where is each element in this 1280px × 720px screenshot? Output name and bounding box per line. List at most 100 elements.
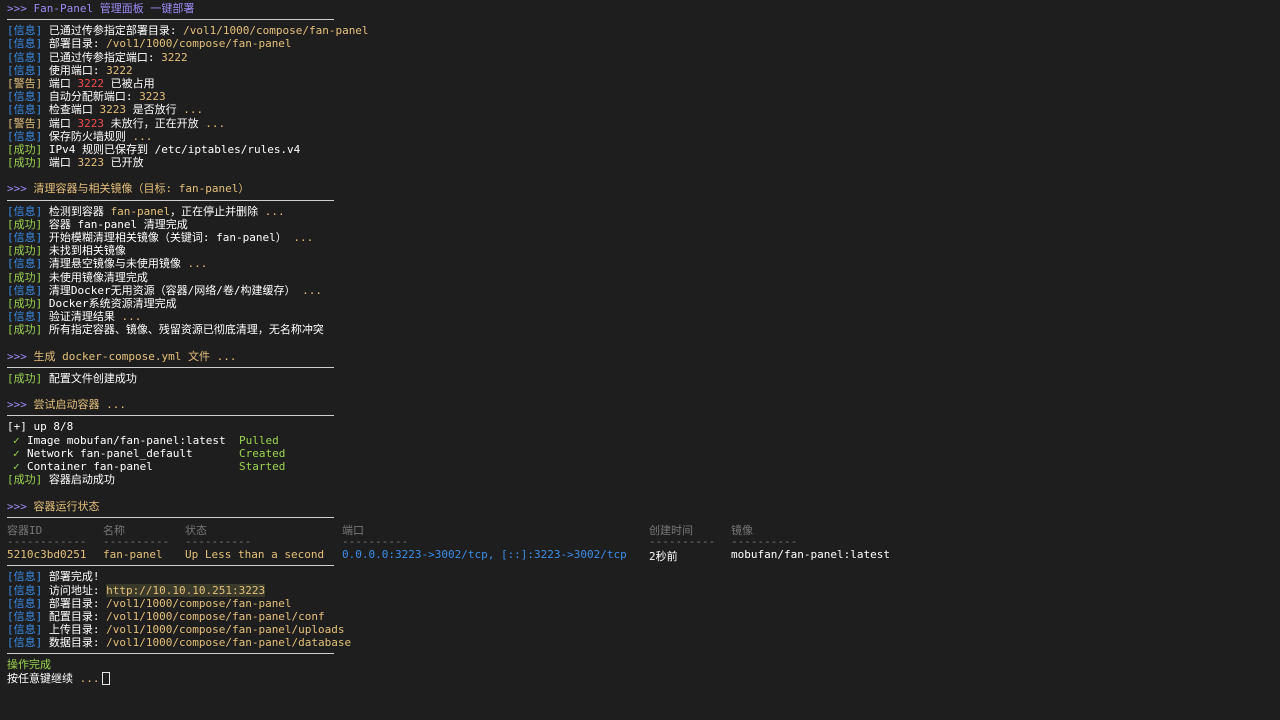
section-header: >>> 容器运行状态 bbox=[7, 499, 100, 513]
log-line: [信息] 数据目录: /vol1/1000/compose/fan-panel/… bbox=[7, 636, 1280, 649]
compose-log: [成功] 配置文件创建成功 bbox=[7, 372, 1280, 385]
log-line: [警告] 端口 3222 已被占用 bbox=[7, 77, 1280, 90]
log-text: /vol1/1000/compose/fan-panel bbox=[106, 37, 292, 51]
log-text: 已开放 bbox=[104, 156, 144, 170]
log-line: [信息] 使用端口: 3222 bbox=[7, 64, 1280, 77]
status-table-divider: ------------ ---------- ---------- -----… bbox=[7, 534, 798, 548]
log-text: 访问地址: bbox=[42, 583, 107, 597]
log-text: 3223 bbox=[99, 103, 127, 117]
log-text: 端口 bbox=[42, 76, 78, 90]
log-tag: [信息] bbox=[7, 103, 43, 117]
log-tag: [成功] bbox=[7, 156, 43, 170]
log-tag: [警告] bbox=[7, 76, 43, 90]
log-text: /vol1/1000/compose/fan-panel bbox=[183, 24, 369, 38]
log-tag: [信息] bbox=[7, 570, 43, 584]
table-row: 5210c3bd0251 fan-panel Up Less than a se… bbox=[7, 548, 890, 564]
log-tag: [成功] bbox=[7, 270, 43, 284]
compose-item-name: Container fan-panel bbox=[27, 460, 153, 473]
log-line: [信息] 已通过传参指定端口: 3222 bbox=[7, 51, 1280, 64]
log-text: 3223 bbox=[77, 116, 105, 130]
log-text: 配置目录: bbox=[42, 609, 107, 623]
log-line: [信息] 配置目录: /vol1/1000/compose/fan-panel/… bbox=[7, 610, 1280, 623]
log-text: 所有指定容器、镜像、残留资源已彻底清理，无名称冲突 bbox=[42, 323, 324, 337]
log-text: /vol1/1000/compose/fan-panel/conf bbox=[106, 609, 325, 623]
log-text: 未放行，正在开放 bbox=[104, 116, 206, 130]
log-text: 3222 bbox=[161, 50, 188, 64]
log-line: [成功] 未找到相关镜像 bbox=[7, 244, 1280, 257]
log-text: 检测到容器 bbox=[42, 204, 111, 218]
log-tag: [信息] bbox=[7, 231, 43, 244]
terminal-window[interactable]: >>> Fan-Panel 管理面板 一键部署 [信息] 已通过传参指定部署目录… bbox=[0, 0, 1280, 686]
log-tag: [信息] bbox=[7, 623, 43, 637]
log-text: ，正在停止并删除 bbox=[170, 204, 265, 218]
log-tag: [成功] bbox=[7, 244, 43, 258]
log-text: 检查端口 bbox=[42, 103, 100, 117]
log-text: 未使用镜像清理完成 bbox=[42, 270, 148, 284]
log-text: 配置文件创建成功 bbox=[42, 371, 137, 385]
compose-item-status: Pulled bbox=[239, 433, 279, 447]
log-text: ... bbox=[293, 231, 314, 244]
text-cursor bbox=[101, 672, 110, 686]
log-text: 部署目录: bbox=[42, 37, 107, 51]
log-tag: [信息] bbox=[7, 596, 43, 610]
log-text: 部署完成! bbox=[42, 570, 100, 584]
check-icon: ✓ bbox=[13, 460, 20, 473]
log-tag: [信息] bbox=[7, 129, 43, 143]
log-tag: [成功] bbox=[7, 142, 43, 156]
check-icon: ✓ bbox=[13, 433, 20, 447]
compose-item-name: Network fan-panel_default bbox=[27, 446, 193, 460]
log-line: [信息] 清理Docker无用资源（容器/网络/卷/构建缓存） ... bbox=[7, 284, 1280, 297]
log-line: [成功] IPv4 规则已保存到 /etc/iptables/rules.v4 bbox=[7, 143, 1280, 156]
log-tag: [成功] bbox=[7, 371, 43, 385]
log-text: /vol1/1000/compose/fan-panel/uploads bbox=[106, 623, 345, 637]
log-tag: [信息] bbox=[7, 37, 43, 51]
log-tag: [信息] bbox=[7, 204, 43, 218]
log-text: ... bbox=[183, 103, 204, 117]
log-tag: [信息] bbox=[7, 63, 43, 77]
compose-item: ✓ Container fan-panel Started bbox=[7, 460, 1280, 473]
section-header: >>> 尝试启动容器 ... bbox=[7, 398, 126, 412]
log-text: ... bbox=[132, 129, 153, 143]
log-tag: [成功] bbox=[7, 323, 43, 337]
compose-item-status: Started bbox=[239, 460, 286, 473]
deploy-log: [信息] 已通过传参指定部署目录: /vol1/1000/compose/fan… bbox=[7, 24, 1280, 169]
log-line: [信息] 已通过传参指定部署目录: /vol1/1000/compose/fan… bbox=[7, 24, 1280, 37]
separator bbox=[7, 415, 334, 417]
log-text: 已被占用 bbox=[104, 76, 155, 90]
log-text: 已通过传参指定部署目录: bbox=[42, 24, 184, 38]
log-text: 使用端口: bbox=[42, 63, 107, 77]
log-text: 验证清理结果 bbox=[42, 310, 122, 324]
log-line: [成功] 未使用镜像清理完成 bbox=[7, 271, 1280, 284]
log-tag: [信息] bbox=[7, 24, 43, 38]
log-text: 已通过传参指定端口: bbox=[42, 50, 162, 64]
log-text: /vol1/1000/compose/fan-panel bbox=[106, 596, 292, 610]
log-line: [信息] 部署目录: /vol1/1000/compose/fan-panel bbox=[7, 37, 1280, 50]
log-text: 3222 bbox=[77, 76, 105, 90]
log-line: [信息] 检查端口 3223 是否放行 ... bbox=[7, 103, 1280, 116]
log-text: ... bbox=[302, 283, 322, 297]
log-line: [成功] 端口 3223 已开放 bbox=[7, 156, 1280, 169]
log-text: 清理悬空镜像与未使用镜像 bbox=[42, 257, 188, 271]
log-text: 3222 bbox=[106, 63, 133, 77]
log-tag: [信息] bbox=[7, 90, 43, 104]
log-line: [成功] 配置文件创建成功 bbox=[7, 372, 1280, 385]
deploy-summary: [信息] 部署完成! [信息] 访问地址: http://10.10.10.251… bbox=[7, 570, 1280, 649]
log-line: [信息] 自动分配新端口: 3223 bbox=[7, 90, 1280, 103]
log-line: [信息] 清理悬空镜像与未使用镜像 ... bbox=[7, 257, 1280, 270]
compose-item-status: Created bbox=[239, 446, 286, 460]
log-text: 是否放行 bbox=[126, 103, 184, 117]
press-any-key-prompt[interactable]: 按任意键继续 ... bbox=[7, 672, 1280, 686]
log-text: ... bbox=[264, 204, 285, 218]
separator bbox=[7, 653, 334, 655]
compose-item: ✓ Network fan-panel_default Created bbox=[7, 447, 1280, 460]
log-line: [成功] 容器启动成功 bbox=[7, 473, 115, 487]
log-text: 清理Docker无用资源（容器/网络/卷/构建缓存） bbox=[42, 283, 303, 297]
log-text: 端口 bbox=[42, 156, 78, 170]
section-header: >>> 清理容器与相关镜像（目标: fan-panel） bbox=[7, 182, 250, 196]
log-text: ... bbox=[187, 257, 208, 271]
section-header: >>> 生成 docker-compose.yml 文件 ... bbox=[7, 349, 237, 363]
status-table-header: 容器ID 名称 状态 端口 创建时间 镜像 bbox=[7, 523, 753, 537]
log-line: [信息] 验证清理结果 ... bbox=[7, 310, 1280, 323]
log-text: Docker系统资源清理完成 bbox=[42, 296, 177, 310]
log-line: [成功] 所有指定容器、镜像、残留资源已彻底清理，无名称冲突 bbox=[7, 323, 1280, 336]
